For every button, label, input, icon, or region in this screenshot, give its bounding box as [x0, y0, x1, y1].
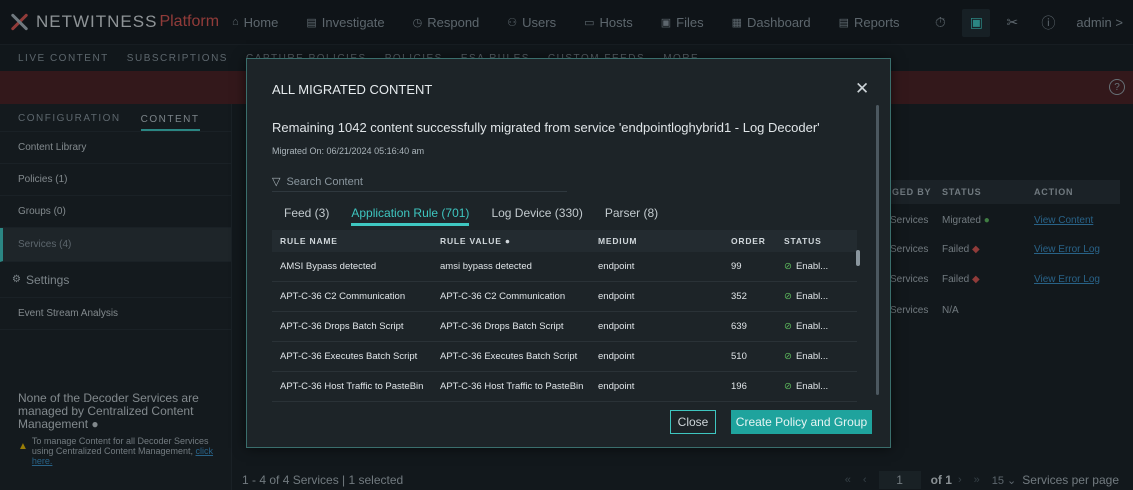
migration-message: Remaining 1042 content successfully migr… — [272, 120, 820, 135]
table-row[interactable]: APT-C-36 C2 Communication APT-C-36 C2 Co… — [272, 282, 857, 312]
content-type-tabs: Feed (3) Application Rule (701) Log Devi… — [284, 206, 680, 226]
table-row[interactable]: APT-C-36 Drops Batch Script APT-C-36 Dro… — [272, 312, 857, 342]
status-cell: ⊘ Enabl... — [776, 351, 856, 362]
column-header-order[interactable]: ORDER — [723, 236, 776, 246]
rule-value-cell: APT-C-36 C2 Communication — [440, 291, 566, 302]
rule-value-header-text: RULE VALUE — [440, 236, 502, 246]
order-cell: 99 — [731, 261, 742, 272]
status-text: Enabl... — [795, 321, 829, 332]
table-scrollbar[interactable] — [856, 250, 860, 266]
check-circle-icon: ⊘ — [784, 321, 792, 332]
rule-value-cell: APT-C-36 Host Traffic to PasteBin — [440, 381, 584, 392]
status-text: Enabl... — [795, 381, 829, 392]
column-header-rule-name[interactable]: RULE NAME — [272, 236, 432, 246]
dialog-scrollbar[interactable] — [876, 105, 879, 395]
status-text: Enabl... — [795, 261, 829, 272]
filter-icon: ▽ — [272, 176, 281, 188]
migrated-on-timestamp: Migrated On: 06/21/2024 05:16:40 am — [272, 146, 425, 156]
dialog-title: ALL MIGRATED CONTENT — [272, 82, 433, 97]
medium-cell: endpoint — [598, 291, 635, 302]
check-circle-icon: ⊘ — [784, 261, 792, 272]
status-cell: ⊘ Enabl... — [776, 261, 856, 272]
medium-cell: endpoint — [598, 321, 635, 332]
order-cell: 196 — [731, 381, 747, 392]
rule-value-cell: APT-C-36 Executes Batch Script — [440, 351, 578, 362]
close-button[interactable]: Close — [670, 410, 716, 434]
status-text: Enabl... — [795, 291, 829, 302]
tab-feed[interactable]: Feed (3) — [284, 206, 329, 226]
info-icon: ● — [504, 236, 511, 246]
column-header-medium[interactable]: MEDIUM — [590, 236, 723, 246]
table-row[interactable]: APT-C-36 Host Traffic to PasteBin APT-C-… — [272, 372, 857, 402]
order-cell: 352 — [731, 291, 747, 302]
status-cell: ⊘ Enabl... — [776, 321, 856, 332]
status-cell: ⊘ Enabl... — [776, 291, 856, 302]
column-header-status[interactable]: STATUS — [776, 236, 856, 246]
tab-log-device[interactable]: Log Device (330) — [491, 206, 582, 226]
create-policy-and-group-button[interactable]: Create Policy and Group — [731, 410, 872, 434]
check-circle-icon: ⊘ — [784, 351, 792, 362]
table-row[interactable]: AMSI Bypass detected amsi bypass detecte… — [272, 252, 857, 282]
check-circle-icon: ⊘ — [784, 291, 792, 302]
tab-parser[interactable]: Parser (8) — [605, 206, 658, 226]
column-header-rule-value[interactable]: RULE VALUE ● — [432, 236, 590, 246]
medium-cell: endpoint — [598, 351, 635, 362]
rules-table-header: RULE NAME RULE VALUE ● MEDIUM ORDER STAT… — [272, 230, 857, 252]
rule-name-cell: APT-C-36 Drops Batch Script — [280, 321, 404, 332]
rule-name-cell: APT-C-36 C2 Communication — [280, 291, 406, 302]
status-text: Enabl... — [795, 351, 829, 362]
rule-name-cell: APT-C-36 Host Traffic to PasteBin — [280, 381, 424, 392]
migrated-content-dialog: ALL MIGRATED CONTENT ✕ Remaining 1042 co… — [246, 58, 891, 448]
rule-value-cell: APT-C-36 Drops Batch Script — [440, 321, 564, 332]
medium-cell: endpoint — [598, 381, 635, 392]
order-cell: 510 — [731, 351, 747, 362]
order-cell: 639 — [731, 321, 747, 332]
close-icon[interactable]: ✕ — [855, 79, 869, 99]
rule-value-cell: amsi bypass detected — [440, 261, 532, 272]
check-circle-icon: ⊘ — [784, 381, 792, 392]
tab-application-rule[interactable]: Application Rule (701) — [351, 206, 470, 226]
rule-name-cell: AMSI Bypass detected — [280, 261, 377, 272]
search-content-input[interactable]: ▽ Search Content — [272, 172, 567, 192]
search-placeholder: Search Content — [286, 175, 363, 188]
table-row[interactable]: APT-C-36 Executes Batch Script APT-C-36 … — [272, 342, 857, 372]
rule-name-cell: APT-C-36 Executes Batch Script — [280, 351, 418, 362]
medium-cell: endpoint — [598, 261, 635, 272]
status-cell: ⊘ Enabl... — [776, 381, 856, 392]
